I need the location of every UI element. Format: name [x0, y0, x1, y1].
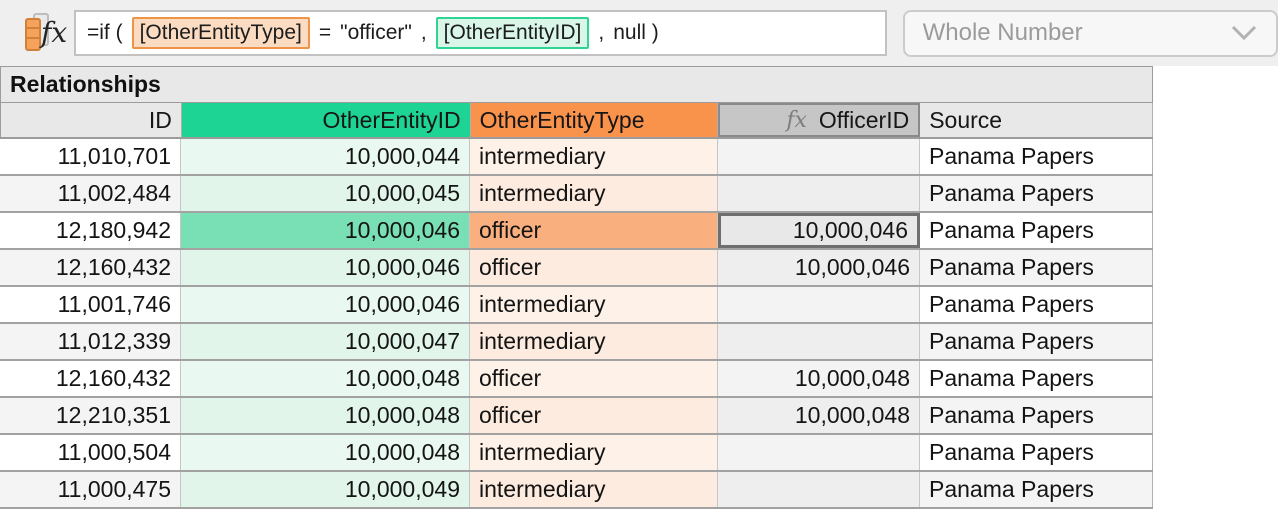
cell-other-entity-id[interactable]: 10,000,048: [181, 361, 470, 396]
cell-other-entity-type[interactable]: intermediary: [470, 324, 718, 359]
cell-other-entity-type[interactable]: officer: [470, 398, 718, 433]
cell-source[interactable]: Panama Papers: [920, 324, 1153, 359]
table-row: 11,000,475 10,000,049 intermediary Panama P…: [0, 472, 1153, 509]
cell-other-entity-type[interactable]: intermediary: [470, 435, 718, 470]
formula-text: ,: [598, 21, 605, 44]
formula-bar: fx =if ( [OtherEntityType] = "officer", [Oth…: [0, 0, 1278, 66]
cell-other-entity-id[interactable]: 10,000,046: [181, 287, 470, 322]
column-header-source[interactable]: Source: [920, 103, 1153, 137]
formula-token: [OtherEntityType]: [131, 17, 310, 49]
cell-source[interactable]: Panama Papers: [920, 213, 1153, 248]
table-row: 11,000,504 10,000,048 intermediary Panama P…: [0, 435, 1153, 472]
cell-officer-id[interactable]: [718, 287, 920, 322]
column-header-label: OtherEntityID: [322, 106, 461, 133]
cell-other-entity-type[interactable]: intermediary: [470, 176, 718, 211]
formula-text: =: [318, 21, 332, 44]
table-row: 11,002,484 10,000,045 intermediary Panama P…: [0, 176, 1153, 213]
cell-officer-id[interactable]: [718, 176, 920, 211]
table-body: 11,010,701 10,000,044 intermediary Panama P…: [0, 139, 1153, 509]
cell-source[interactable]: Panama Papers: [920, 361, 1153, 396]
formula-text: =if (: [87, 21, 123, 44]
cell-source[interactable]: Panama Papers: [920, 435, 1153, 470]
cell-id[interactable]: 12,210,351: [0, 398, 181, 433]
cell-source[interactable]: Panama Papers: [920, 250, 1153, 285]
cell-source[interactable]: Panama Papers: [920, 176, 1153, 211]
cell-officer-id[interactable]: [718, 472, 920, 507]
cell-other-entity-type[interactable]: intermediary: [470, 287, 718, 322]
cell-id[interactable]: 12,180,942: [0, 213, 181, 248]
table-row: 12,160,432 10,000,046 officer 10,000,046 Pan…: [0, 250, 1153, 287]
cell-other-entity-id[interactable]: 10,000,046: [181, 250, 470, 285]
cell-id[interactable]: 11,000,475: [0, 472, 181, 507]
cell-other-entity-id[interactable]: 10,000,047: [181, 324, 470, 359]
cell-other-entity-id[interactable]: 10,000,048: [181, 398, 470, 433]
column-header-label: ID: [148, 106, 172, 133]
table-row: 11,001,746 10,000,046 intermediary Panama P…: [0, 287, 1153, 324]
column-header-otherentityid[interactable]: OtherEntityID: [181, 103, 471, 137]
cell-other-entity-id[interactable]: 10,000,046: [181, 213, 470, 248]
cell-source[interactable]: Panama Papers: [920, 398, 1153, 433]
table-row: 12,210,351 10,000,048 officer 10,000,048 Pan…: [0, 398, 1153, 435]
cell-other-entity-type[interactable]: officer: [470, 250, 718, 285]
column-header-label: OtherEntityType: [479, 106, 645, 133]
cell-other-entity-id[interactable]: 10,000,048: [181, 435, 470, 470]
cell-officer-id[interactable]: 10,000,048: [718, 361, 920, 396]
formula-text: "officer": [340, 21, 412, 44]
column-header-label: OfficerID: [818, 106, 910, 133]
cell-officer-id[interactable]: 10,000,046: [718, 250, 920, 285]
cell-officer-id[interactable]: [718, 139, 920, 174]
cell-id[interactable]: 11,000,504: [0, 435, 181, 470]
cell-officer-id[interactable]: 10,000,048: [718, 398, 920, 433]
cell-other-entity-id[interactable]: 10,000,044: [181, 139, 470, 174]
formula-token: [OtherEntityID]: [435, 17, 590, 49]
cell-other-entity-type[interactable]: officer: [470, 361, 718, 396]
cell-other-entity-id[interactable]: 10,000,049: [181, 472, 470, 507]
relationships-table: Relationships ID OtherEntityID OtherEntity…: [0, 66, 1153, 509]
table-row: 12,160,432 10,000,048 officer 10,000,048 Pan…: [0, 361, 1153, 398]
table-row: 11,012,339 10,000,047 intermediary Panama P…: [0, 324, 1153, 361]
cell-id[interactable]: 11,001,746: [0, 287, 181, 322]
table-row: 11,010,701 10,000,044 intermediary Panama P…: [0, 139, 1153, 176]
column-header-id[interactable]: ID: [1, 103, 182, 137]
formula-text: ,: [420, 21, 427, 44]
table-title-label: Relationships: [10, 71, 161, 97]
cell-other-entity-id[interactable]: 10,000,045: [181, 176, 470, 211]
cell-other-entity-type[interactable]: officer: [470, 213, 718, 248]
cell-other-entity-type[interactable]: intermediary: [470, 472, 718, 507]
table-title: Relationships: [0, 66, 1153, 103]
cell-id[interactable]: 11,002,484: [0, 176, 181, 211]
selected-cell-officer-id[interactable]: 10,000,046: [718, 213, 920, 248]
column-header-label: Source: [929, 106, 1003, 133]
formula-column-icon: fx: [10, 8, 68, 58]
cell-other-entity-type[interactable]: intermediary: [470, 139, 718, 174]
cell-officer-id[interactable]: [718, 435, 920, 470]
cell-id[interactable]: 12,160,432: [0, 361, 181, 396]
column-type-dropdown[interactable]: Whole Number: [902, 9, 1278, 57]
cell-officer-id[interactable]: [718, 324, 920, 359]
formula-input[interactable]: =if ( [OtherEntityType] = "officer", [OtherE…: [74, 10, 887, 56]
column-type-value: Whole Number: [922, 19, 1083, 46]
cell-source[interactable]: Panama Papers: [920, 287, 1153, 322]
chevron-down-icon: [1231, 25, 1257, 41]
table-row: 12,180,942 10,000,046 officer 10,000,046 Pan…: [0, 213, 1153, 250]
column-header-otherentitytype[interactable]: OtherEntityType: [470, 103, 719, 137]
column-bar-icon: [25, 18, 41, 51]
cell-id[interactable]: 11,010,701: [0, 139, 181, 174]
cell-id[interactable]: 12,160,432: [0, 250, 181, 285]
table-header-row: ID OtherEntityID OtherEntityType fx OfficerI…: [0, 103, 1153, 139]
column-header-officerid[interactable]: fx OfficerID: [718, 103, 921, 137]
cell-id[interactable]: 11,012,339: [0, 324, 181, 359]
cell-source[interactable]: Panama Papers: [920, 472, 1153, 507]
fx-icon: fx: [786, 107, 807, 133]
cell-source[interactable]: Panama Papers: [920, 139, 1153, 174]
fx-icon: fx: [41, 16, 68, 49]
formula-text: null ): [613, 21, 659, 44]
